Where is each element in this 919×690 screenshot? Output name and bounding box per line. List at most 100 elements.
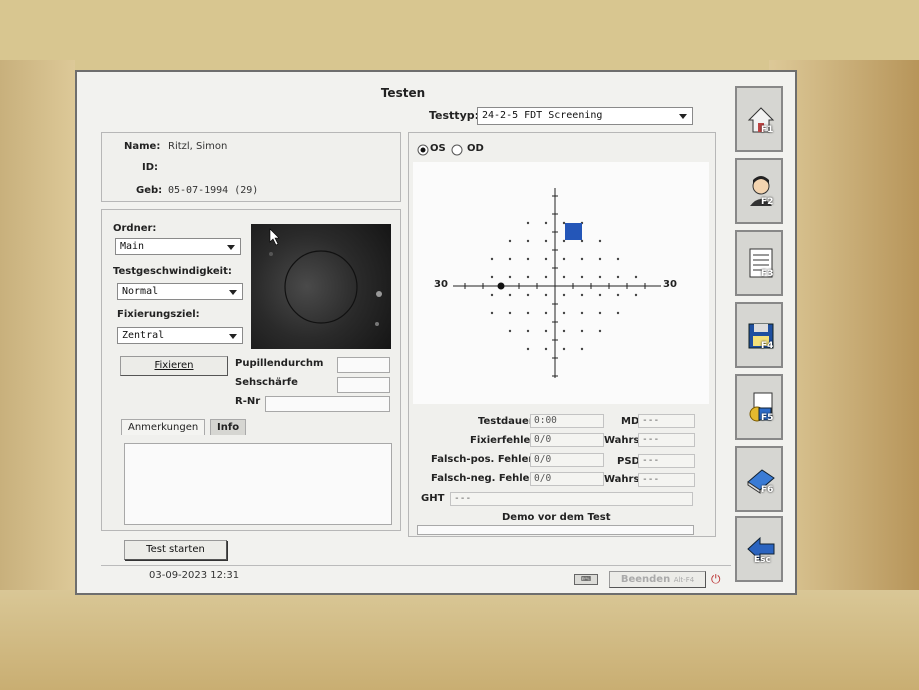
ght-label: GHT <box>421 493 445 504</box>
window-title: Testen <box>380 86 426 100</box>
name-label: Name: <box>124 141 161 152</box>
test-point <box>508 275 512 279</box>
patient-name: Ritzl, Simon <box>168 141 228 152</box>
md-value: --- <box>638 414 695 428</box>
f4-key-label: F4 <box>761 341 774 351</box>
test-point <box>580 311 584 315</box>
f2-button[interactable]: F2 <box>735 158 783 224</box>
test-point <box>562 347 566 351</box>
f6-button[interactable]: F6 <box>735 446 783 512</box>
wahrs2-value: --- <box>638 473 695 487</box>
camera-overlay <box>269 228 382 326</box>
test-point <box>580 329 584 333</box>
f4-button[interactable]: F4 <box>735 302 783 368</box>
blind-spot-marker <box>497 282 505 290</box>
os-label: OS <box>430 143 446 154</box>
fixation-value: Zentral <box>122 330 165 341</box>
test-point <box>580 347 584 351</box>
eye-camera-view <box>251 224 391 349</box>
test-starten-label: Test starten <box>146 544 205 555</box>
speed-select[interactable]: Normal <box>117 283 243 300</box>
fixierfehler-label: Fixierfehler <box>470 435 536 446</box>
f5-button[interactable]: F5 <box>735 374 783 440</box>
test-point <box>544 275 548 279</box>
test-point <box>580 257 584 261</box>
chevron-down-icon <box>227 245 235 250</box>
test-point <box>544 329 548 333</box>
rnr-label: R-Nr <box>235 396 261 407</box>
patient-geb: 05-07-1994 (29) <box>168 185 259 196</box>
status-separator <box>101 565 731 566</box>
test-point <box>508 329 512 333</box>
test-point <box>544 347 548 351</box>
radio-os[interactable] <box>417 143 431 157</box>
sehschaerfe-label: Sehschärfe <box>235 377 298 388</box>
f1-button[interactable]: F1 <box>735 86 783 152</box>
application-screen: Testen Testtyp: 24-2-5 FDT Screening Nam… <box>75 70 797 595</box>
geb-label: Geb: <box>136 185 163 196</box>
test-point <box>544 221 548 225</box>
monitor-bezel-bottom <box>0 590 919 690</box>
visual-field-plot: 30 30 <box>413 162 709 404</box>
fixieren-button[interactable]: Fixieren <box>120 356 228 376</box>
anmerkungen-textarea[interactable] <box>124 443 392 525</box>
test-point <box>508 311 512 315</box>
patient-panel: Name: Ritzl, Simon ID: Geb: 05-07-1994 (… <box>101 132 401 202</box>
test-point <box>562 293 566 297</box>
beenden-button[interactable]: Beenden Alt-F4 <box>609 571 706 588</box>
speed-value: Normal <box>122 286 159 297</box>
monitor-bezel-left <box>0 60 75 620</box>
test-point <box>508 257 512 261</box>
test-point <box>580 293 584 297</box>
test-point <box>526 221 530 225</box>
testdauer-label: Testdauer <box>478 416 534 427</box>
function-key-sidebar: F1 F2 F3 F4 F5 F6 Esc <box>731 84 789 584</box>
test-point <box>616 293 620 297</box>
keyboard-icon[interactable]: ⌨ <box>574 574 598 585</box>
sehschaerfe-input[interactable] <box>337 377 390 393</box>
tab-anmerkungen[interactable]: Anmerkungen <box>121 419 206 435</box>
pupil-input[interactable] <box>337 357 390 373</box>
test-starten-button[interactable]: Test starten <box>124 540 227 560</box>
test-point <box>616 257 620 261</box>
test-status-text: Demo vor dem Test <box>502 512 611 523</box>
speed-label: Testgeschwindigkeit: <box>113 266 232 277</box>
od-label: OD <box>467 143 484 154</box>
f3-button[interactable]: F3 <box>735 230 783 296</box>
test-point <box>544 239 548 243</box>
testtyp-label: Testtyp: <box>429 109 480 122</box>
psd-value: --- <box>638 454 695 468</box>
radio-od[interactable] <box>451 143 465 157</box>
tab-info[interactable]: Info <box>210 419 247 435</box>
f3-key-label: F3 <box>761 269 774 279</box>
test-point <box>490 275 494 279</box>
wahrs1-value: --- <box>638 433 695 447</box>
testtyp-value: 24-2-5 FDT Screening <box>482 110 603 121</box>
f5-key-label: F5 <box>761 413 774 423</box>
test-point <box>616 311 620 315</box>
esc-button[interactable]: Esc <box>735 516 783 582</box>
testtyp-select[interactable]: 24-2-5 FDT Screening <box>477 107 693 125</box>
rnr-input[interactable] <box>265 396 390 412</box>
tab-info-label: Info <box>217 422 240 433</box>
test-point <box>616 275 620 279</box>
f6-key-label: F6 <box>761 485 774 495</box>
test-point <box>562 239 566 243</box>
beenden-shortcut: Alt-F4 <box>673 576 695 584</box>
test-point <box>508 293 512 297</box>
test-point <box>634 293 638 297</box>
ordner-select[interactable]: Main <box>115 238 241 255</box>
test-point <box>580 239 584 243</box>
chevron-down-icon <box>229 290 237 295</box>
power-icon[interactable]: ⏻ <box>711 572 721 587</box>
test-point <box>490 293 494 297</box>
test-point <box>598 275 602 279</box>
test-point <box>526 347 530 351</box>
chevron-down-icon <box>679 114 687 119</box>
stimulus-square <box>565 223 582 240</box>
test-point <box>598 257 602 261</box>
psd-label: PSD <box>617 456 640 467</box>
fixation-select[interactable]: Zentral <box>117 327 243 344</box>
ght-value: --- <box>450 492 693 506</box>
test-point <box>562 257 566 261</box>
